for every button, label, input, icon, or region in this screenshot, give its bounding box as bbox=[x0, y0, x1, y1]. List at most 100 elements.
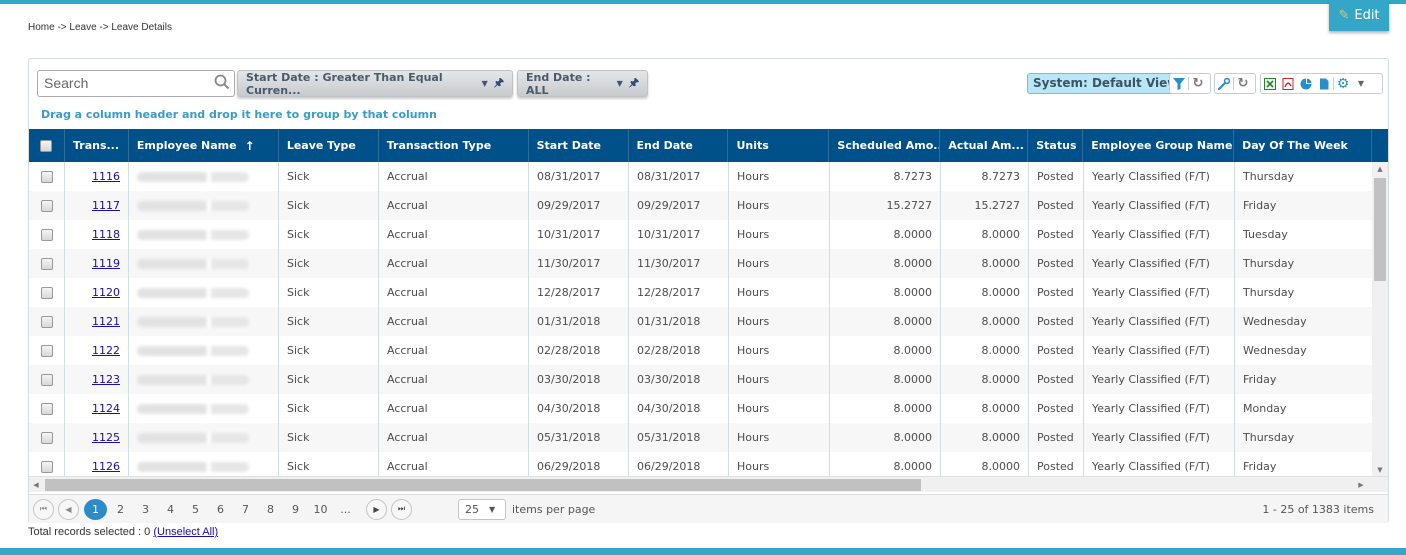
col-employee-name-header[interactable]: Employee Name ↑ bbox=[129, 129, 279, 162]
chart-icon[interactable] bbox=[1297, 74, 1315, 93]
row-checkbox[interactable] bbox=[40, 460, 53, 473]
search-icon[interactable] bbox=[214, 74, 230, 90]
search-field[interactable] bbox=[37, 70, 235, 97]
table-row[interactable]: 1118 Sick Accrual 10/31/2017 10/31/2017 Hours… bbox=[29, 220, 1388, 249]
table-row[interactable]: 1126 Sick Accrual 06/29/2018 06/29/2018 Hours… bbox=[29, 452, 1388, 477]
transaction-link[interactable]: 1124 bbox=[92, 402, 120, 415]
scroll-right-icon[interactable]: ▶ bbox=[1354, 477, 1368, 493]
wrench-icon[interactable] bbox=[1215, 74, 1233, 93]
page-button[interactable]: 8 bbox=[258, 499, 283, 520]
search-input[interactable] bbox=[44, 75, 204, 91]
transaction-link[interactable]: 1116 bbox=[92, 170, 120, 183]
page-button[interactable]: 9 bbox=[283, 499, 308, 520]
col-transaction-header[interactable]: Trans... bbox=[65, 129, 129, 162]
col-employee-group-header[interactable]: Employee Group Name bbox=[1083, 129, 1235, 162]
view-selector[interactable]: System: Default View bbox=[1027, 73, 1185, 94]
table-row[interactable]: 1125 Sick Accrual 05/31/2018 05/31/2018 Hours… bbox=[29, 423, 1388, 452]
table-row[interactable]: 1121 Sick Accrual 01/31/2018 01/31/2018 Hours… bbox=[29, 307, 1388, 336]
row-checkbox[interactable] bbox=[40, 199, 53, 212]
unselect-all-link[interactable]: (Unselect All) bbox=[153, 526, 218, 538]
first-page-button[interactable]: ⏮ bbox=[33, 498, 54, 520]
pin-icon[interactable]: 🖈 bbox=[629, 74, 639, 93]
page-button[interactable]: 1 bbox=[84, 498, 107, 520]
transaction-link[interactable]: 1119 bbox=[92, 257, 120, 270]
page-button[interactable]: 4 bbox=[158, 499, 183, 520]
scroll-left-icon[interactable]: ◀ bbox=[29, 477, 43, 493]
table-row[interactable]: 1124 Sick Accrual 04/30/2018 04/30/2018 Hours… bbox=[29, 394, 1388, 423]
end-date-filter-chip[interactable]: End Date : ALL ▼ 🖈 bbox=[517, 70, 648, 97]
transaction-link[interactable]: 1118 bbox=[92, 228, 120, 241]
col-actual-amount-header[interactable]: Actual Am... bbox=[940, 129, 1029, 162]
reset-columns-icon[interactable]: ↻ bbox=[1234, 74, 1252, 93]
transaction-link[interactable]: 1123 bbox=[92, 373, 120, 386]
transaction-link[interactable]: 1126 bbox=[92, 460, 120, 473]
next-page-button[interactable]: ▶ bbox=[366, 498, 387, 520]
prev-page-button[interactable]: ◀ bbox=[58, 498, 79, 520]
transaction-link[interactable]: 1121 bbox=[92, 315, 120, 328]
row-checkbox[interactable] bbox=[40, 373, 53, 386]
horizontal-scroll-thumb[interactable] bbox=[45, 479, 921, 491]
transaction-link[interactable]: 1120 bbox=[92, 286, 120, 299]
row-checkbox[interactable] bbox=[40, 431, 53, 444]
page-button[interactable]: 7 bbox=[233, 499, 258, 520]
select-all-checkbox[interactable] bbox=[29, 129, 65, 162]
gear-icon[interactable]: ⚙ bbox=[1334, 74, 1352, 93]
excel-icon[interactable] bbox=[1261, 74, 1279, 93]
col-end-date-header[interactable]: End Date bbox=[629, 129, 729, 162]
pdf-icon[interactable] bbox=[1279, 74, 1297, 93]
transaction-link[interactable]: 1122 bbox=[92, 344, 120, 357]
chevron-down-icon[interactable]: ▼ bbox=[482, 79, 488, 88]
last-page-button[interactable]: ⏭ bbox=[391, 498, 412, 520]
col-start-date-header[interactable]: Start Date bbox=[529, 129, 629, 162]
table-row[interactable]: 1123 Sick Accrual 03/30/2018 03/30/2018 Hours… bbox=[29, 365, 1388, 394]
edit-button[interactable]: ✎ Edit bbox=[1329, 0, 1389, 31]
page-button[interactable]: 3 bbox=[133, 499, 158, 520]
page-button[interactable]: 2 bbox=[108, 499, 133, 520]
start-date-filter-chip[interactable]: Start Date : Greater Than Equal Curren..… bbox=[237, 70, 513, 97]
col-leave-type-header[interactable]: Leave Type bbox=[279, 129, 379, 162]
chevron-down-icon[interactable]: ▼ bbox=[617, 79, 623, 88]
page-button[interactable]: 5 bbox=[183, 499, 208, 520]
table-row[interactable]: 1120 Sick Accrual 12/28/2017 12/28/2017 Hours… bbox=[29, 278, 1388, 307]
chevron-down-icon[interactable]: ▼ bbox=[1352, 74, 1370, 93]
row-checkbox[interactable] bbox=[40, 257, 53, 270]
row-checkbox[interactable] bbox=[40, 286, 53, 299]
scroll-down-icon[interactable]: ▼ bbox=[1372, 463, 1388, 477]
table-row[interactable]: 1116 Sick Accrual 08/31/2017 08/31/2017 Hours… bbox=[29, 162, 1388, 191]
row-checkbox[interactable] bbox=[40, 228, 53, 241]
col-transaction-type-header[interactable]: Transaction Type bbox=[379, 129, 529, 162]
row-checkbox[interactable] bbox=[40, 170, 53, 183]
transaction-link[interactable]: 1125 bbox=[92, 431, 120, 444]
select-all-checkbox[interactable] bbox=[40, 139, 53, 152]
table-row[interactable]: 1122 Sick Accrual 02/28/2018 02/28/2018 Hours… bbox=[29, 336, 1388, 365]
col-scheduled-amount-header[interactable]: Scheduled Amo... bbox=[829, 129, 941, 162]
employee-group-cell: Yearly Classified (F/T) bbox=[1084, 278, 1235, 307]
end-date-filter-label: End Date : ALL bbox=[526, 70, 591, 97]
document-icon[interactable] bbox=[1315, 74, 1333, 93]
page-button[interactable]: 10 bbox=[308, 499, 333, 520]
filter-icon[interactable] bbox=[1170, 74, 1188, 93]
transaction-link[interactable]: 1117 bbox=[92, 199, 120, 212]
row-checkbox[interactable] bbox=[40, 402, 53, 415]
horizontal-scrollbar[interactable]: ◀ ▶ bbox=[29, 476, 1388, 492]
page-button[interactable]: 6 bbox=[208, 499, 233, 520]
table-row[interactable]: 1117 Sick Accrual 09/29/2017 09/29/2017 Hours… bbox=[29, 191, 1388, 220]
units-cell: Hours bbox=[729, 365, 830, 394]
scheduled-amount-cell: 8.7273 bbox=[830, 162, 941, 191]
vertical-scrollbar[interactable]: ▲ ▼ bbox=[1372, 162, 1388, 477]
day-of-week-cell: Friday bbox=[1235, 191, 1373, 220]
scroll-up-icon[interactable]: ▲ bbox=[1372, 162, 1388, 176]
row-checkbox[interactable] bbox=[40, 344, 53, 357]
reset-filter-icon[interactable]: ↻ bbox=[1189, 74, 1207, 93]
vertical-scroll-thumb[interactable] bbox=[1374, 178, 1386, 281]
group-drop-zone[interactable]: Drag a column header and drop it here to… bbox=[41, 108, 437, 121]
col-units-header[interactable]: Units bbox=[728, 129, 830, 162]
more-pages-button[interactable]: ... bbox=[333, 499, 358, 520]
col-status-header[interactable]: Status bbox=[1028, 129, 1084, 162]
pin-icon[interactable]: 🖈 bbox=[494, 74, 504, 93]
row-checkbox[interactable] bbox=[40, 315, 53, 328]
export-tools: ⚙ ▼ bbox=[1260, 73, 1383, 94]
page-size-select[interactable]: 25 ▼ bbox=[458, 498, 506, 520]
table-row[interactable]: 1119 Sick Accrual 11/30/2017 11/30/2017 Hours… bbox=[29, 249, 1388, 278]
col-day-of-week-header[interactable]: Day Of The Week bbox=[1234, 129, 1372, 162]
